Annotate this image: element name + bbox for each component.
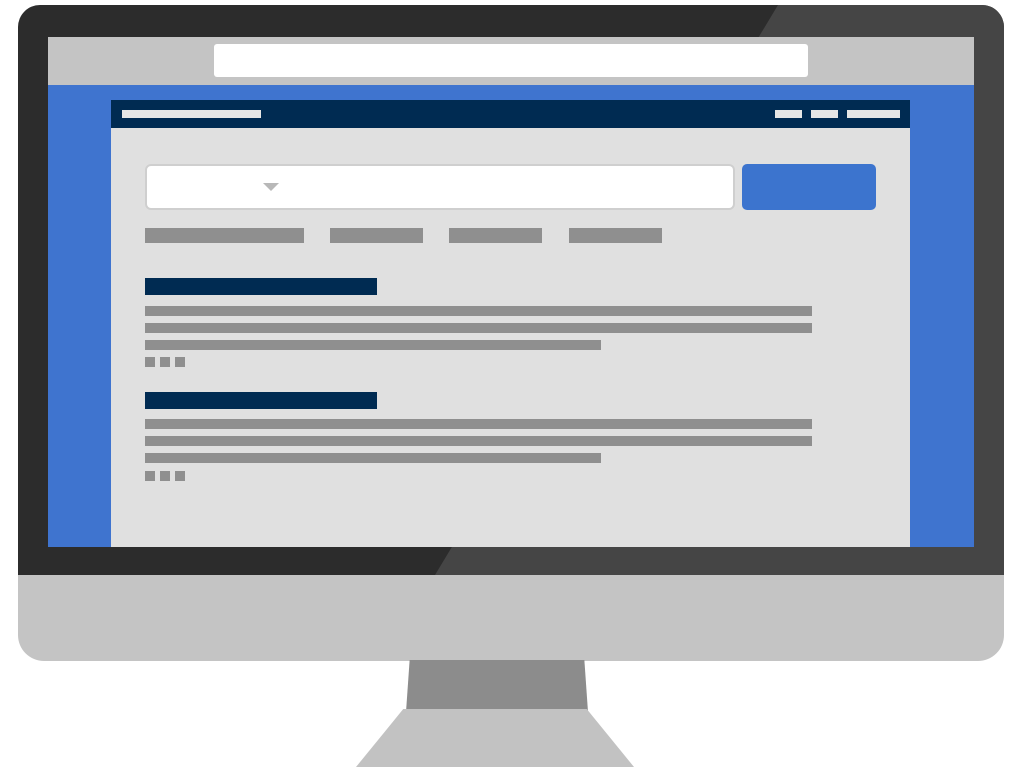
nav-link-1[interactable] bbox=[775, 110, 802, 118]
result-snippet-line bbox=[145, 453, 601, 463]
result-snippet-line bbox=[145, 436, 812, 446]
nav-link-3[interactable] bbox=[847, 110, 900, 118]
result-meta-dot bbox=[175, 357, 185, 367]
result-meta-dot bbox=[160, 357, 170, 367]
nav-link-2[interactable] bbox=[811, 110, 838, 118]
filter-tab-1[interactable] bbox=[145, 228, 304, 243]
result-snippet-line bbox=[145, 306, 812, 316]
browser-toolbar bbox=[48, 37, 974, 85]
result-title-link[interactable] bbox=[145, 392, 377, 409]
site-header bbox=[111, 100, 910, 128]
search-button[interactable] bbox=[742, 164, 876, 210]
search-input[interactable] bbox=[287, 164, 735, 210]
result-title-link[interactable] bbox=[145, 278, 377, 295]
result-snippet-line bbox=[145, 419, 812, 429]
monitor-stand-base bbox=[356, 709, 634, 767]
monitor-stand-neck bbox=[406, 660, 588, 712]
site-logo[interactable] bbox=[122, 110, 261, 118]
monitor-screen bbox=[48, 37, 974, 547]
category-dropdown[interactable] bbox=[145, 164, 288, 210]
result-meta-dot bbox=[145, 357, 155, 367]
filter-tab-4[interactable] bbox=[569, 228, 662, 243]
result-meta-dot bbox=[160, 471, 170, 481]
web-page bbox=[111, 100, 910, 547]
monitor-chin bbox=[18, 575, 1004, 661]
address-bar[interactable] bbox=[214, 44, 808, 77]
filter-tab-3[interactable] bbox=[449, 228, 542, 243]
filter-tab-2[interactable] bbox=[330, 228, 423, 243]
result-snippet-line bbox=[145, 340, 601, 350]
result-snippet-line bbox=[145, 323, 812, 333]
result-meta-dot bbox=[145, 471, 155, 481]
chevron-down-icon bbox=[263, 183, 279, 191]
result-meta-dot bbox=[175, 471, 185, 481]
